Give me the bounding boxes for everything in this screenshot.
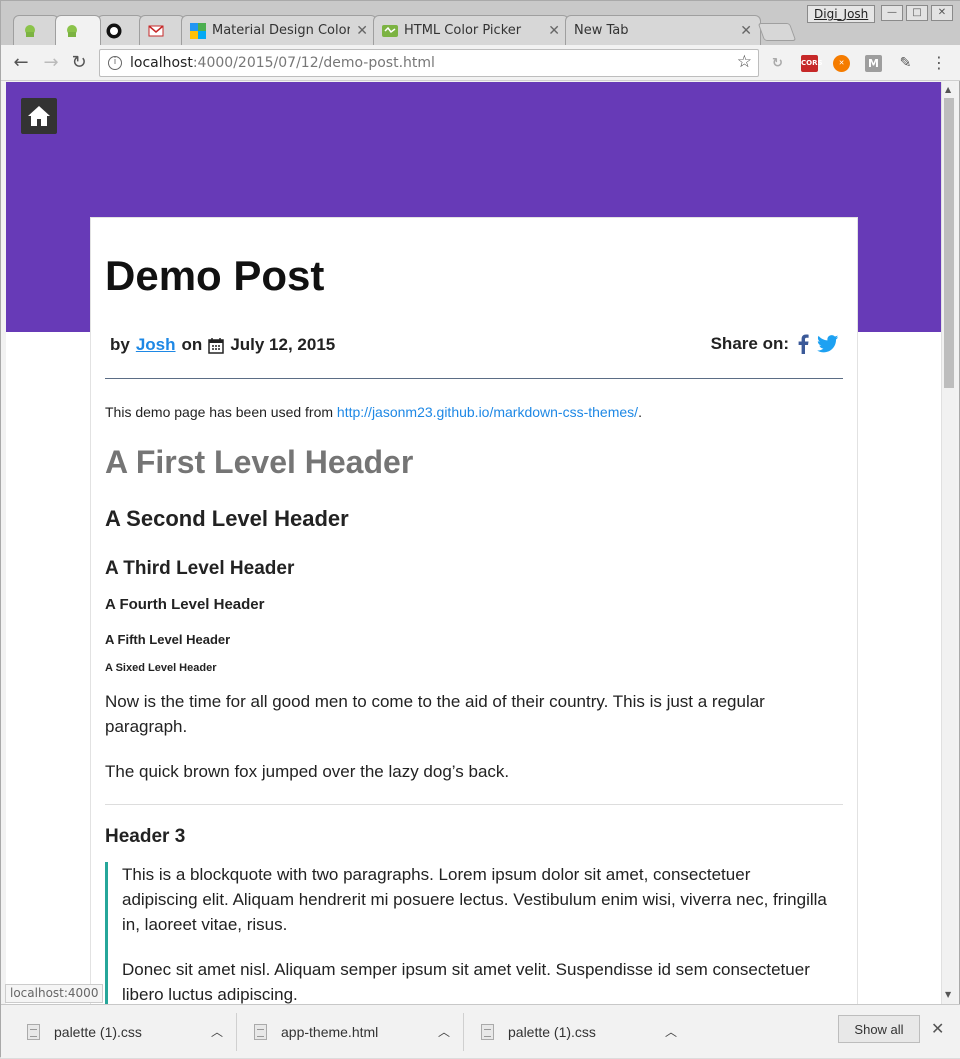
home-icon: [28, 106, 50, 126]
heading-level-4: A Fourth Level Header: [105, 596, 265, 613]
twitter-icon[interactable]: [817, 335, 839, 353]
browser-toolbar: ← → ↻ i localhost:4000/2015/07/12/demo-p…: [1, 45, 960, 81]
status-link-preview: localhost:4000: [5, 984, 104, 1003]
tab-label: Material Design Color: [212, 23, 351, 38]
page-viewport: Demo Post by Josh on July 12, 2015 Share…: [6, 82, 941, 1004]
profile-button[interactable]: Digi_Josh: [807, 5, 876, 23]
paragraph: Now is the time for all good men to come…: [105, 692, 765, 736]
meta-divider: [105, 378, 843, 379]
info-icon[interactable]: i: [108, 56, 122, 70]
chevron-up-icon[interactable]: ︿: [211, 1023, 223, 1040]
meta-by: by: [110, 335, 130, 354]
scrollbar-thumb[interactable]: [944, 98, 954, 388]
android-icon: [64, 23, 80, 39]
download-shelf: palette (1).css ︿ app-theme.html ︿ palet…: [1, 1004, 960, 1058]
reload-icon[interactable]: ↻: [67, 51, 91, 75]
download-filename: palette (1).css: [508, 1024, 596, 1040]
back-icon[interactable]: ←: [9, 51, 33, 75]
menu-icon[interactable]: ⋮: [927, 51, 951, 75]
chevron-up-icon[interactable]: ︿: [438, 1023, 450, 1040]
tab-html-color-picker[interactable]: HTML Color Picker ✕: [373, 15, 569, 45]
share-bar: Share on:: [711, 334, 839, 354]
blockquote-paragraph: This is a blockquote with two paragraphs…: [122, 865, 827, 934]
section-heading: Header 3: [105, 826, 186, 847]
scroll-down-arrow-icon[interactable]: ▼: [945, 990, 951, 999]
intro-end: .: [638, 404, 642, 420]
tab-material-design-color[interactable]: Material Design Color ✕: [181, 15, 377, 45]
file-icon: [254, 1024, 267, 1040]
source-link[interactable]: http://jasonm23.github.io/markdown-css-t…: [337, 404, 638, 420]
bookmark-star-icon[interactable]: ☆: [737, 52, 752, 72]
heading-level-3: A Third Level Header: [105, 558, 295, 579]
cors-extension-icon[interactable]: CORS: [801, 55, 823, 72]
browser-window: Material Design Color ✕ HTML Color Picke…: [0, 0, 960, 1058]
github-icon: [106, 23, 122, 39]
minimize-button[interactable]: —: [881, 5, 903, 21]
eyedropper-extension-icon[interactable]: ✎: [897, 55, 914, 72]
close-window-button[interactable]: ✕: [931, 5, 953, 21]
download-filename: palette (1).css: [54, 1024, 142, 1040]
heading-level-2: A Second Level Header: [105, 506, 349, 531]
divider: [463, 1013, 464, 1051]
chevron-up-icon[interactable]: ︿: [665, 1023, 677, 1040]
intro-paragraph: This demo page has been used from http:/…: [105, 404, 825, 420]
post-card: Demo Post by Josh on July 12, 2015 Share…: [90, 217, 858, 1004]
maximize-button[interactable]: □: [906, 5, 928, 21]
home-button[interactable]: [21, 98, 57, 134]
tab-github[interactable]: [97, 15, 143, 45]
file-icon: [27, 1024, 40, 1040]
heading-level-1: A First Level Header: [105, 444, 414, 480]
forward-icon[interactable]: →: [39, 51, 63, 75]
horizontal-rule: [105, 804, 843, 805]
gmail-icon: [148, 23, 164, 39]
link-extension-icon[interactable]: ↻: [769, 55, 786, 72]
close-shelf-icon[interactable]: ✕: [931, 1019, 944, 1038]
paragraph: The quick brown fox jumped over the lazy…: [105, 762, 510, 781]
blockquote-paragraph: Donec sit amet nisl. Aliquam semper ipsu…: [122, 960, 810, 1004]
show-all-button[interactable]: Show all: [838, 1015, 920, 1043]
intro-text: This demo page has been used from: [105, 404, 337, 420]
material-palette-icon: [190, 22, 206, 39]
new-tab-button[interactable]: [757, 23, 797, 41]
url-path: :4000/2015/07/12/demo-post.html: [192, 55, 435, 71]
close-tab-icon[interactable]: ✕: [356, 23, 368, 39]
url-host: localhost: [130, 55, 193, 71]
post-date: July 12, 2015: [230, 335, 336, 354]
blockquote: This is a blockquote with two paragraphs…: [105, 862, 829, 1004]
orange-extension-icon[interactable]: ✕: [833, 55, 850, 72]
tab-label: New Tab: [574, 23, 629, 38]
calendar-icon: [208, 337, 225, 354]
download-item[interactable]: palette (1).css ︿: [27, 1005, 223, 1059]
facebook-icon[interactable]: [797, 334, 809, 354]
color-picker-icon: [382, 23, 398, 39]
close-tab-icon[interactable]: ✕: [740, 23, 752, 39]
tab-strip: Material Design Color ✕ HTML Color Picke…: [1, 1, 960, 45]
share-label: Share on:: [710, 334, 789, 353]
scroll-up-arrow-icon[interactable]: ▲: [945, 85, 951, 94]
download-filename: app-theme.html: [281, 1024, 379, 1040]
tab-new-tab[interactable]: New Tab ✕: [565, 15, 761, 45]
meta-on: on: [181, 335, 203, 354]
post-meta: by Josh on July 12, 2015: [110, 335, 335, 355]
file-icon: [481, 1024, 494, 1040]
vertical-scrollbar[interactable]: ▲ ▼: [941, 82, 956, 1004]
tab-gmail[interactable]: [139, 15, 185, 45]
tab-label: HTML Color Picker: [404, 23, 522, 38]
divider: [236, 1013, 237, 1051]
download-item[interactable]: palette (1).css ︿: [481, 1005, 677, 1059]
post-title: Demo Post: [105, 252, 325, 299]
tab-android-2[interactable]: [55, 15, 101, 45]
heading-level-6: A Sixed Level Header: [105, 662, 217, 674]
m-extension-icon[interactable]: M: [865, 55, 882, 72]
heading-level-5: A Fifth Level Header: [105, 632, 231, 647]
tab-android-1[interactable]: [13, 15, 59, 45]
android-icon: [22, 23, 38, 39]
close-tab-icon[interactable]: ✕: [548, 23, 560, 39]
author-link[interactable]: Josh: [136, 335, 176, 355]
address-bar[interactable]: i localhost:4000/2015/07/12/demo-post.ht…: [99, 49, 759, 77]
download-item[interactable]: app-theme.html ︿: [254, 1005, 450, 1059]
